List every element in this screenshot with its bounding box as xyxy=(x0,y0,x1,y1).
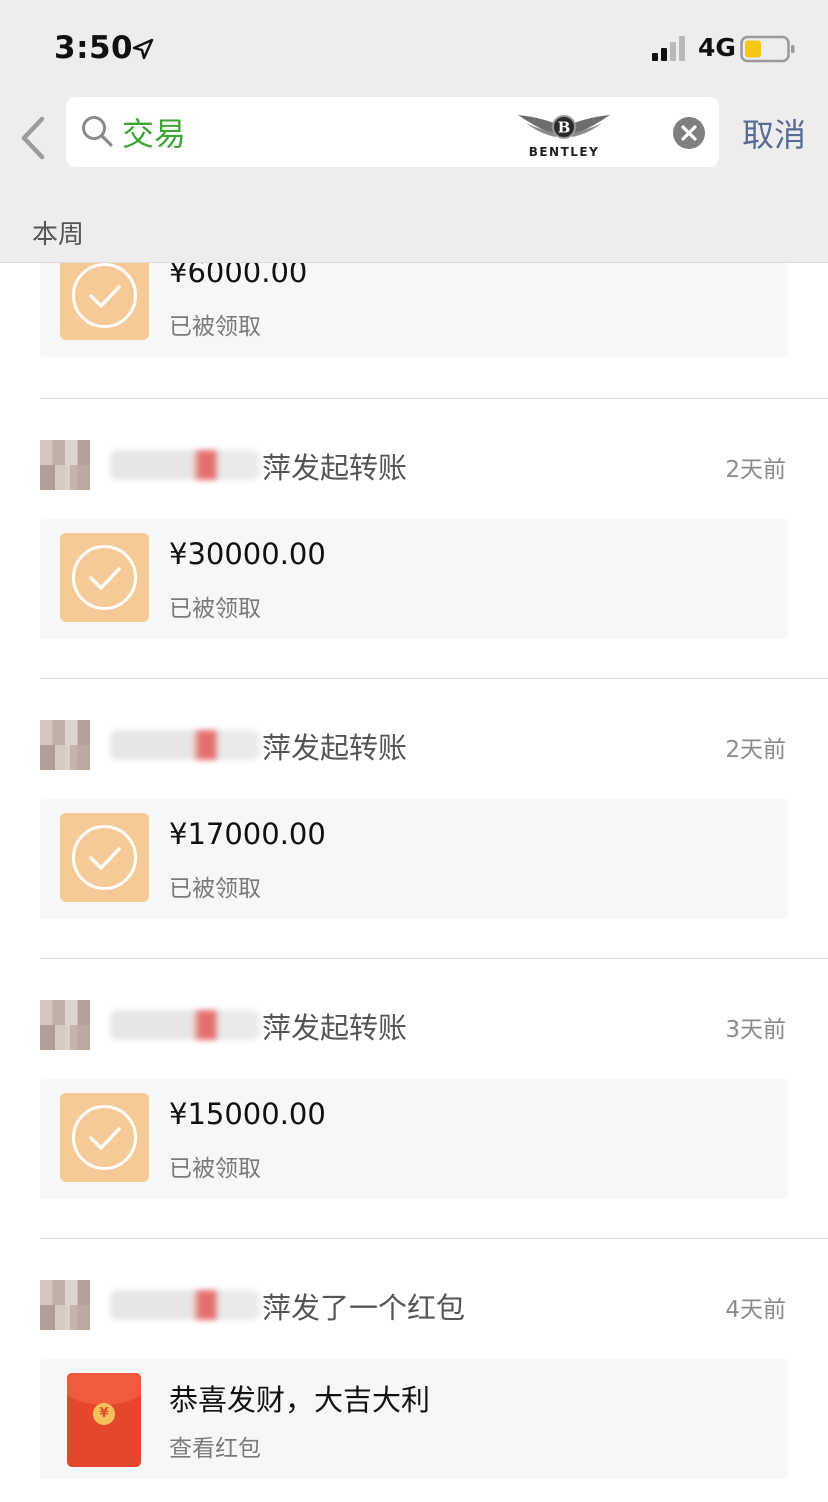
cancel-button[interactable]: 取消 xyxy=(742,110,806,156)
transfer-amount: ¥30000.00 xyxy=(169,537,326,571)
clear-search-icon[interactable] xyxy=(672,116,706,150)
red-packet-title: 恭喜发财，大吉大利 xyxy=(169,1383,431,1417)
search-icon xyxy=(82,116,113,147)
avatar xyxy=(40,1280,90,1330)
location-arrow-icon xyxy=(132,38,154,60)
item-action-text: 萍发起转账 xyxy=(262,451,408,485)
transfer-status: 已被领取 xyxy=(169,596,261,622)
status-time: 3:50 xyxy=(54,30,134,66)
avatar xyxy=(40,720,90,770)
item-time: 3天前 xyxy=(725,1017,786,1043)
transfer-amount: ¥17000.00 xyxy=(169,817,326,851)
check-circle-icon xyxy=(72,263,137,328)
svg-text:B: B xyxy=(558,119,571,137)
battery-icon xyxy=(740,35,795,63)
transfer-card[interactable]: ¥15000.00 已被领取 xyxy=(40,1079,788,1199)
transfer-status: 已被领取 xyxy=(169,314,261,340)
transfer-tile xyxy=(60,813,149,902)
search-query: 交易 xyxy=(122,115,187,153)
transfer-card[interactable]: ¥30000.00 已被领取 xyxy=(40,519,788,639)
section-label-this-week: 本周 xyxy=(32,220,85,250)
transfer-card[interactable]: ¥17000.00 已被领取 xyxy=(40,799,788,919)
bentley-logo-text: BENTLEY xyxy=(528,145,600,159)
transfer-tile xyxy=(60,533,149,622)
list-item-header[interactable]: 萍发起转账 2天前 xyxy=(0,420,828,510)
top-header: 3:50 4G 交易 B BENTLEY 取消 本周 xyxy=(0,0,828,263)
divider xyxy=(40,678,828,679)
cellular-signal-icon xyxy=(652,36,685,61)
list-item-header[interactable]: 萍发了一个红包 4天前 xyxy=(0,1260,828,1350)
item-time: 2天前 xyxy=(725,737,786,763)
avatar xyxy=(40,1000,90,1050)
blurred-sender-name xyxy=(110,1290,260,1320)
divider xyxy=(40,958,828,959)
blurred-sender-name xyxy=(110,1010,260,1040)
transfer-amount: ¥15000.00 xyxy=(169,1097,326,1131)
item-time: 2天前 xyxy=(725,457,786,483)
red-packet-subtitle: 查看红包 xyxy=(169,1436,261,1462)
transfer-status: 已被领取 xyxy=(169,876,261,902)
list-item-header[interactable]: 萍发起转账 3天前 xyxy=(0,980,828,1070)
transfer-tile xyxy=(60,251,149,340)
item-action-text: 萍发起转账 xyxy=(262,1011,408,1045)
avatar xyxy=(40,440,90,490)
blurred-sender-name xyxy=(110,730,260,760)
item-action-text: 萍发了一个红包 xyxy=(262,1291,466,1325)
item-time: 4天前 xyxy=(725,1297,786,1323)
back-chevron-icon[interactable] xyxy=(18,115,48,161)
blurred-sender-name xyxy=(110,450,260,480)
check-circle-icon xyxy=(72,825,137,890)
divider xyxy=(40,398,828,399)
check-circle-icon xyxy=(72,1105,137,1170)
red-packet-card[interactable]: ¥ 恭喜发财，大吉大利 查看红包 xyxy=(40,1359,788,1479)
red-packet-icon: ¥ xyxy=(67,1373,141,1467)
item-action-text: 萍发起转账 xyxy=(262,731,408,765)
divider xyxy=(40,1238,828,1239)
network-type: 4G xyxy=(698,33,736,62)
transfer-tile xyxy=(60,1093,149,1182)
check-circle-icon xyxy=(72,545,137,610)
search-input[interactable]: 交易 B BENTLEY xyxy=(66,97,719,167)
list-item-header[interactable]: 萍发起转账 2天前 xyxy=(0,700,828,790)
transfer-status: 已被领取 xyxy=(169,1156,261,1182)
